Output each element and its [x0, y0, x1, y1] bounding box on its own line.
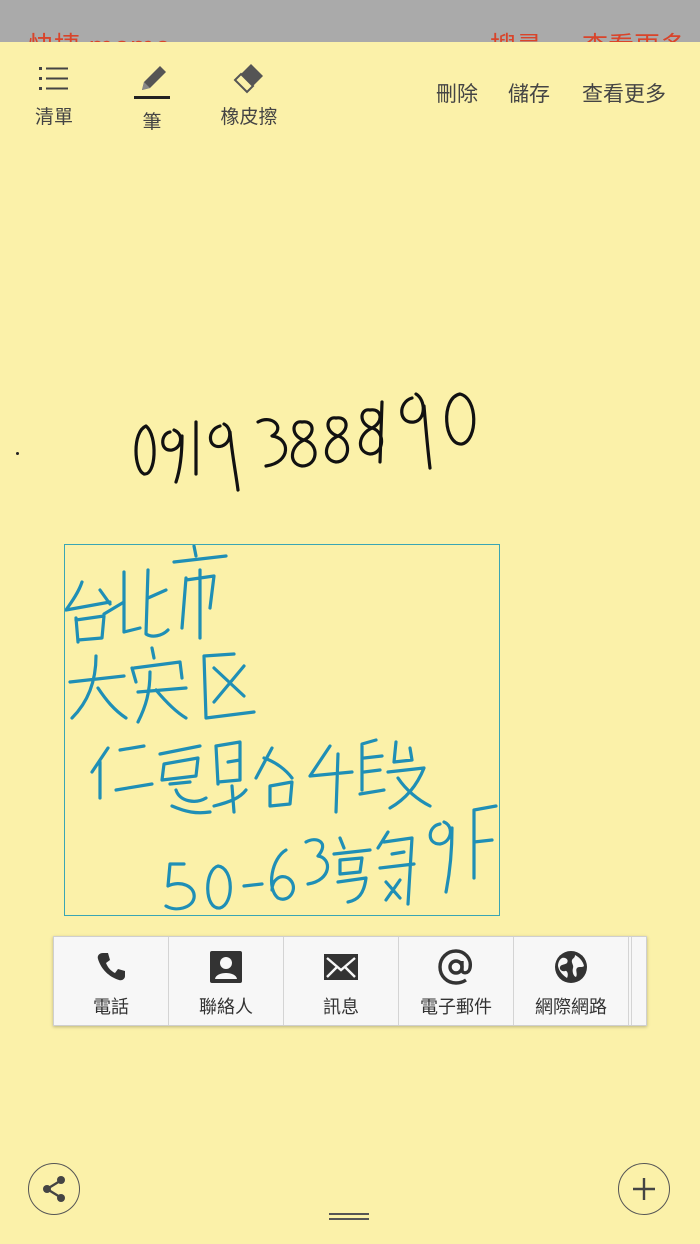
action-web[interactable]: 網際網路 — [514, 937, 629, 1025]
detected-actions-bar: 電話 聯絡人 訊息 電子郵件 網際網路 — [53, 936, 647, 1026]
action-message[interactable]: 訊息 — [284, 937, 399, 1025]
action-bar-overflow[interactable] — [631, 937, 646, 1025]
background-app-header: 快捷 memo 搜尋 查看更多 — [0, 0, 700, 42]
share-button[interactable] — [28, 1163, 80, 1215]
drag-handle[interactable] — [329, 1210, 369, 1222]
action-contact-label: 聯絡人 — [199, 997, 253, 1018]
action-web-label: 網際網路 — [535, 997, 607, 1018]
at-icon — [438, 949, 472, 985]
message-icon — [324, 954, 358, 980]
action-email-label: 電子郵件 — [420, 997, 492, 1018]
action-call[interactable]: 電話 — [54, 937, 169, 1025]
contact-icon — [210, 951, 242, 983]
share-icon — [43, 1176, 65, 1202]
background-app-more: 查看更多 — [582, 26, 686, 42]
text-selection-box[interactable] — [64, 544, 500, 916]
handwritten-phone-number — [134, 392, 476, 492]
background-app-search: 搜尋 — [490, 26, 542, 42]
memo-sheet[interactable]: 清單 筆 橡皮擦 刪除 儲存 查看更多 電話 聯絡人 訊息 電子郵件 網際網路 — [0, 42, 700, 1244]
add-button[interactable] — [618, 1163, 670, 1215]
action-message-label: 訊息 — [323, 997, 359, 1018]
background-app-title: 快捷 memo — [28, 26, 171, 42]
action-contact[interactable]: 聯絡人 — [169, 937, 284, 1025]
phone-icon — [97, 953, 125, 981]
action-call-label: 電話 — [93, 997, 129, 1018]
action-email[interactable]: 電子郵件 — [399, 937, 514, 1025]
plus-icon — [633, 1178, 655, 1200]
globe-icon — [555, 951, 587, 983]
